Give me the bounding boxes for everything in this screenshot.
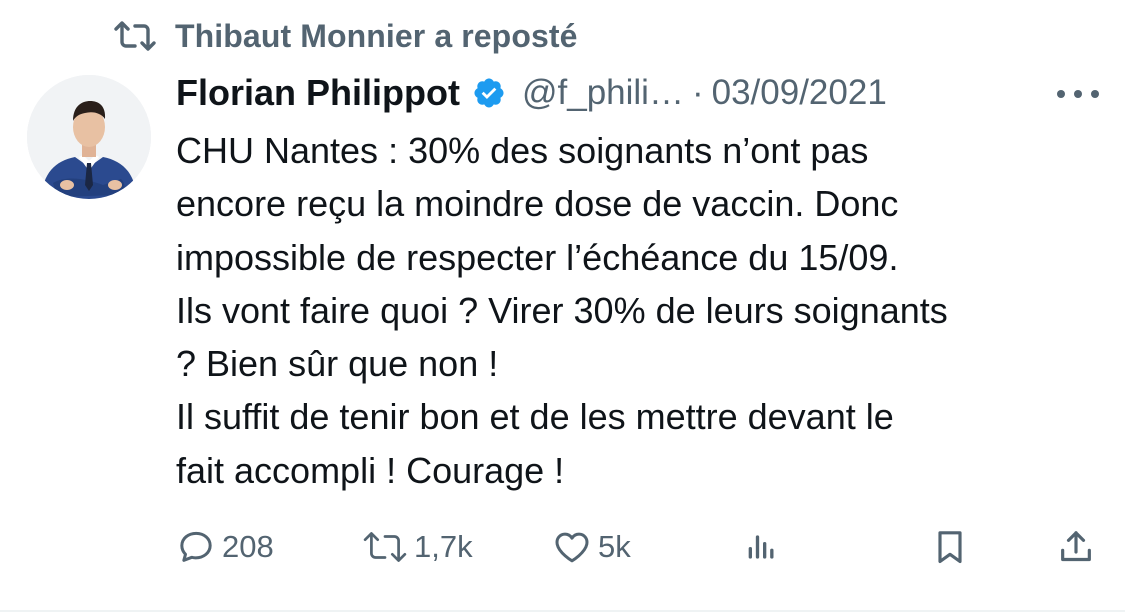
repost-icon — [113, 20, 157, 52]
repost-label: Thibaut Monnier a reposté — [175, 17, 578, 54]
tweet-text-line: Ils vont faire quoi ? Virer 30% de leurs… — [176, 289, 948, 331]
tweet-text-line: Il suffit de tenir bon et de les mettre … — [176, 396, 894, 438]
repost-icon — [362, 530, 408, 564]
share-button[interactable] — [1056, 520, 1096, 574]
author-handle[interactable]: @f_phili… — [522, 73, 684, 113]
divider — [0, 610, 1125, 612]
repost-button[interactable]: 1,7k — [362, 520, 473, 574]
action-bar: 208 1,7k 5k — [176, 520, 1096, 574]
bookmark-icon — [930, 527, 970, 567]
like-button[interactable]: 5k — [552, 520, 631, 574]
reply-icon — [176, 527, 216, 567]
repost-count: 1,7k — [414, 529, 473, 564]
tweet-text-line: ? Bien sûr que non ! — [176, 343, 499, 385]
verified-badge-icon[interactable] — [472, 76, 506, 110]
tweet-text-line: encore reçu la moindre dose de vaccin. D… — [176, 183, 899, 225]
reply-count: 208 — [222, 529, 274, 564]
tweet-body: CHU Nantes : 30% des soignants n’ont pas… — [176, 124, 1106, 497]
header-separator: · — [691, 73, 704, 112]
more-options-icon[interactable] — [1050, 74, 1106, 114]
tweet-header: Florian Philippot @f_phili… · 03/09/2021 — [176, 68, 1106, 118]
views-icon — [742, 527, 782, 567]
author-name[interactable]: Florian Philippot — [176, 72, 460, 114]
tweet-text-line: fait accompli ! Courage ! — [176, 449, 565, 491]
share-icon — [1056, 527, 1096, 567]
tweet[interactable]: Thibaut Monnier a reposté Florian Philip… — [0, 0, 1125, 616]
like-count: 5k — [598, 529, 631, 564]
avatar[interactable] — [27, 75, 151, 199]
tweet-text-line: CHU Nantes : 30% des soignants n’ont pas — [176, 130, 869, 171]
reply-button[interactable]: 208 — [176, 520, 274, 574]
heart-icon — [552, 527, 592, 567]
views-button[interactable] — [742, 520, 782, 574]
tweet-text-line: impossible de respecter l’échéance du 15… — [176, 236, 899, 278]
bookmark-button[interactable] — [930, 520, 970, 574]
tweet-date[interactable]: 03/09/2021 — [712, 73, 887, 113]
repost-banner[interactable]: Thibaut Monnier a reposté — [113, 14, 578, 58]
